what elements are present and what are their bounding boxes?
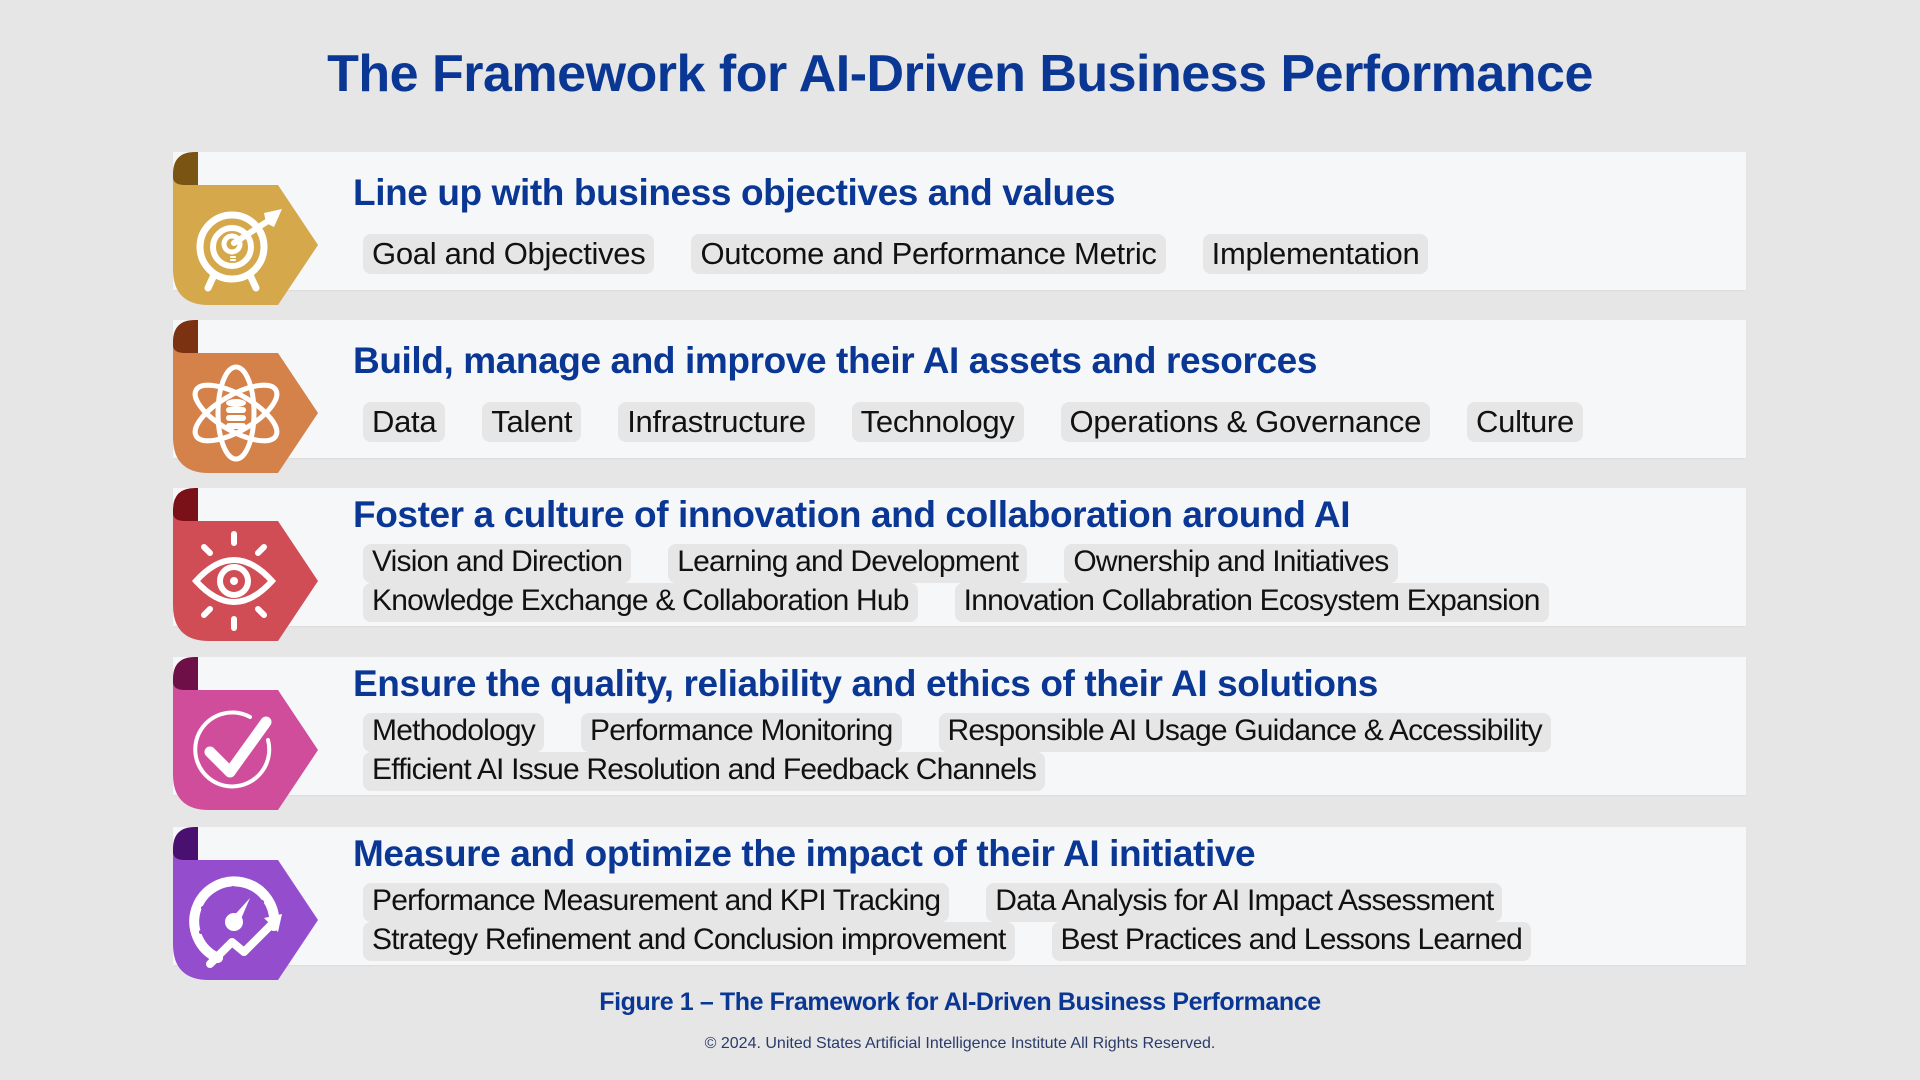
- framework-pill: Vision and Direction: [363, 544, 632, 583]
- pill-row: Performance Measurement and KPI Tracking…: [363, 883, 1726, 922]
- framework-pill: Strategy Refinement and Conclusion impro…: [363, 922, 1015, 961]
- framework-pill: Talent: [482, 402, 582, 442]
- check-circle-icon: [188, 700, 288, 805]
- pill-row: Strategy Refinement and Conclusion impro…: [363, 922, 1726, 961]
- framework-pill: Methodology: [363, 713, 544, 752]
- section-heading: Line up with business objectives and val…: [353, 172, 1116, 213]
- ribbon-curl: [173, 320, 198, 353]
- page-title: The Framework for AI-Driven Business Per…: [327, 45, 1593, 103]
- section-heading: Foster a culture of innovation and colla…: [353, 494, 1351, 535]
- section-heading: Build, manage and improve their AI asset…: [353, 340, 1318, 381]
- framework-card: Foster a culture of innovation and colla…: [173, 488, 1746, 626]
- framework-card: Ensure the quality, reliability and ethi…: [173, 657, 1746, 795]
- framework-pill: Responsible AI Usage Guidance & Accessib…: [938, 713, 1551, 752]
- framework-pill: Performance Monitoring: [580, 713, 902, 752]
- framework-card: Line up with business objectives and val…: [173, 152, 1746, 290]
- section-heading: Measure and optimize the impact of their…: [353, 833, 1256, 874]
- framework-pill: Efficient AI Issue Resolution and Feedba…: [363, 752, 1046, 791]
- framework-pill: Innovation Collabration Ecosystem Expans…: [954, 583, 1549, 622]
- framework-pill: Culture: [1467, 402, 1583, 442]
- atom-database-icon: [188, 363, 288, 468]
- framework-pill: Data Analysis for AI Impact Assessment: [986, 883, 1503, 922]
- pill-group: Data Talent Infrastructure Technology Operat…: [363, 402, 1726, 442]
- framework-pill: Ownership and Initiatives: [1064, 544, 1398, 583]
- framework-pill: Technology: [851, 402, 1024, 442]
- framework-card: Measure and optimize the impact of their…: [173, 827, 1746, 965]
- pill-row: Efficient AI Issue Resolution and Feedba…: [363, 752, 1726, 791]
- pill-row: Data Talent Infrastructure Technology Operat…: [363, 402, 1726, 442]
- framework-pill: Outcome and Performance Metric: [691, 234, 1166, 274]
- framework-pill: Data: [363, 402, 446, 442]
- gauge-growth-icon: [188, 870, 288, 975]
- ribbon-curl: [173, 488, 198, 521]
- pill-row: Vision and Direction Learning and Develop…: [363, 544, 1726, 583]
- pill-group: Goal and Objectives Outcome and Performan…: [363, 234, 1726, 274]
- figure-caption: Figure 1 – The Framework for AI-Driven B…: [599, 988, 1321, 1016]
- pill-row: Methodology Performance Monitoring Respons…: [363, 713, 1726, 752]
- pill-row: Goal and Objectives Outcome and Performan…: [363, 234, 1726, 274]
- framework-pill: Best Practices and Lessons Learned: [1051, 922, 1531, 961]
- framework-card: Build, manage and improve their AI asset…: [173, 320, 1746, 458]
- framework-pill: Learning and Development: [668, 544, 1028, 583]
- framework-pill: Operations & Governance: [1060, 402, 1431, 442]
- pill-row: Knowledge Exchange & Collaboration Hub In…: [363, 583, 1726, 622]
- pill-group: Methodology Performance Monitoring Respons…: [363, 713, 1726, 791]
- framework-pill: Performance Measurement and KPI Tracking: [363, 883, 950, 922]
- ribbon-curl: [173, 152, 198, 185]
- framework-pill: Goal and Objectives: [363, 234, 655, 274]
- framework-pill: Knowledge Exchange & Collaboration Hub: [363, 583, 918, 622]
- framework-pill: Infrastructure: [618, 402, 815, 442]
- framework-pill: Implementation: [1202, 234, 1429, 274]
- section-heading: Ensure the quality, reliability and ethi…: [353, 663, 1378, 704]
- copyright-notice: © 2024. United States Artificial Intelli…: [704, 1035, 1216, 1052]
- ribbon-curl: [173, 827, 198, 860]
- ribbon-curl: [173, 657, 198, 690]
- target-arrow-bulb-icon: [188, 195, 288, 300]
- pill-group: Vision and Direction Learning and Develop…: [363, 544, 1726, 622]
- pill-group: Performance Measurement and KPI Tracking…: [363, 883, 1726, 961]
- eye-vision-icon: [188, 531, 288, 636]
